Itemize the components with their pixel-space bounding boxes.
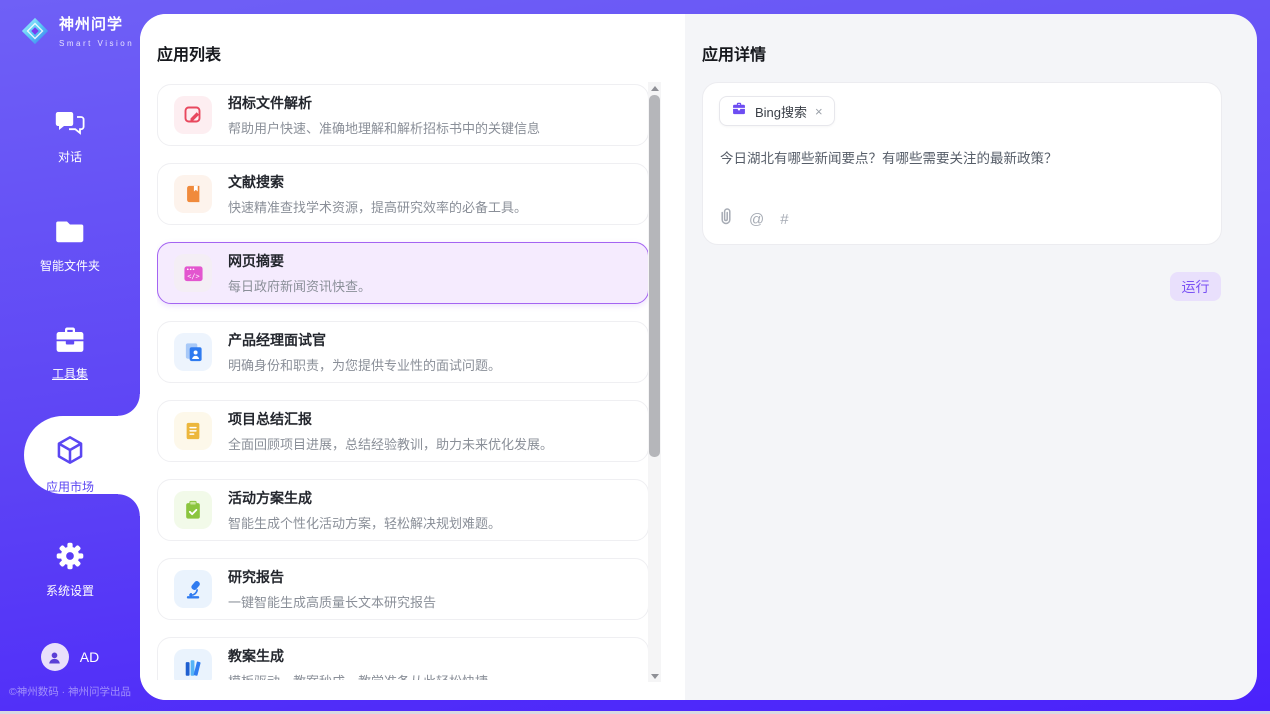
app-card-title: 项目总结汇报: [228, 409, 553, 429]
document-icon: [174, 412, 212, 450]
app-list: 招标文件解析 帮助用户快速、准确地理解和解析招标书中的关键信息 文献搜索 快速精…: [157, 82, 649, 680]
main-content: 应用列表 招标文件解析 帮助用户快速、准确地理解和解析招标书中的关键信息: [140, 14, 1257, 700]
gem-logo-icon: [20, 16, 50, 51]
copyright-footer: ©神州数码 · 神州问学出品: [0, 684, 140, 699]
chat-icon: [55, 123, 85, 140]
svg-text:</>: </>: [187, 272, 199, 280]
app-card-desc: 全面回顾项目进展，总结经验教训，助力未来优化发展。: [228, 434, 553, 453]
at-icon[interactable]: @: [749, 211, 764, 228]
app-card-pm-interviewer[interactable]: 产品经理面试官 明确身份和职责，为您提供专业性的面试问题。: [157, 321, 649, 383]
app-detail-title: 应用详情: [702, 41, 766, 65]
user-account[interactable]: AD: [0, 643, 140, 671]
app-card-desc: 明确身份和职责，为您提供专业性的面试问题。: [228, 355, 501, 374]
sidebar-item-smart-folder[interactable]: 智能文件夹: [0, 219, 140, 274]
app-card-desc: 模板驱动，教案秒成，教学准备从此轻松快捷: [228, 671, 488, 680]
sidebar-item-chat[interactable]: 对话: [0, 110, 140, 165]
scroll-down-arrow-icon[interactable]: [648, 670, 661, 682]
book-icon: [174, 175, 212, 213]
sidebar-item-label: 工具集: [0, 365, 140, 382]
query-text[interactable]: 今日湖北有哪些新闻要点？有哪些需要关注的最新政策？: [720, 147, 1058, 167]
logo-subtitle: Smart Vision: [59, 39, 134, 48]
sidebar-item-toolset[interactable]: 工具集: [0, 326, 140, 382]
sidebar-item-label: 对话: [0, 148, 140, 165]
folder-icon: [55, 232, 85, 249]
sidebar-item-settings[interactable]: 系统设置: [0, 542, 140, 599]
app-card-research-report[interactable]: 研究报告 一键智能生成高质量长文本研究报告: [157, 558, 649, 620]
app-detail-panel: 应用详情 Bing搜索 × 今日湖北有哪些新闻要点？有哪些需要关注的最新政策？: [685, 14, 1257, 700]
close-icon[interactable]: ×: [815, 105, 823, 118]
app-card-desc: 每日政府新闻资讯快查。: [228, 276, 371, 295]
toolbox-icon: [55, 340, 85, 357]
run-button[interactable]: 运行: [1170, 272, 1221, 301]
app-card-desc: 一键智能生成高质量长文本研究报告: [228, 592, 436, 611]
app-card-title: 活动方案生成: [228, 488, 501, 508]
app-card-literature-search[interactable]: 文献搜索 快速精准查找学术资源，提高研究效率的必备工具。: [157, 163, 649, 225]
app-card-lesson-plan-generation[interactable]: 教案生成 模板驱动，教案秒成，教学准备从此轻松快捷: [157, 637, 649, 680]
resume-icon: [174, 333, 212, 371]
gear-icon: [56, 557, 84, 574]
cube-icon: [54, 453, 86, 470]
books-icon: [174, 649, 212, 680]
browser-code-icon: </>: [174, 254, 212, 292]
app-card-title: 研究报告: [228, 567, 436, 587]
app-logo: 神州问学 Smart Vision: [20, 16, 134, 51]
app-card-title: 招标文件解析: [228, 93, 540, 113]
app-list-scrollbar[interactable]: [648, 82, 661, 682]
app-card-title: 网页摘要: [228, 251, 371, 271]
sidebar-item-label: 智能文件夹: [0, 257, 140, 274]
app-card-bid-document-parsing[interactable]: 招标文件解析 帮助用户快速、准确地理解和解析招标书中的关键信息: [157, 84, 649, 146]
app-card-desc: 智能生成个性化活动方案，轻松解决规划难题。: [228, 513, 501, 532]
clipboard-check-icon: [174, 491, 212, 529]
sidebar-item-label: 系统设置: [0, 582, 140, 599]
scrollbar-thumb[interactable]: [649, 95, 660, 457]
app-list-panel: 应用列表 招标文件解析 帮助用户快速、准确地理解和解析招标书中的关键信息: [140, 14, 685, 700]
app-list-title: 应用列表: [157, 41, 221, 65]
microscope-icon: [174, 570, 212, 608]
tool-chip-bing-search[interactable]: Bing搜索 ×: [719, 96, 835, 126]
app-card-title: 产品经理面试官: [228, 330, 501, 350]
briefcase-icon: [731, 101, 747, 121]
input-toolbar: @ #: [719, 208, 789, 230]
app-card-desc: 快速精准查找学术资源，提高研究效率的必备工具。: [228, 197, 527, 216]
prompt-input-card[interactable]: Bing搜索 × 今日湖北有哪些新闻要点？有哪些需要关注的最新政策？ @ #: [702, 82, 1222, 245]
tool-chip-label: Bing搜索: [755, 102, 807, 121]
app-window: 神州问学 Smart Vision 对话 智能文件夹: [0, 0, 1270, 711]
logo-title: 神州问学: [59, 16, 134, 33]
sidebar-item-app-market[interactable]: 应用市场: [0, 434, 140, 495]
user-avatar-icon: [41, 643, 69, 671]
pen-square-icon: [174, 96, 212, 134]
app-card-webpage-summary[interactable]: </> 网页摘要 每日政府新闻资讯快查。: [157, 242, 649, 304]
paperclip-icon[interactable]: [719, 208, 733, 230]
app-card-project-summary[interactable]: 项目总结汇报 全面回顾项目进展，总结经验教训，助力未来优化发展。: [157, 400, 649, 462]
scroll-up-arrow-icon[interactable]: [648, 82, 661, 94]
sidebar-item-label: 应用市场: [0, 478, 140, 495]
sidebar: 神州问学 Smart Vision 对话 智能文件夹: [0, 0, 140, 711]
app-card-title: 教案生成: [228, 646, 488, 666]
hash-icon[interactable]: #: [780, 211, 788, 228]
user-name: AD: [80, 649, 99, 665]
app-card-event-plan-generation[interactable]: 活动方案生成 智能生成个性化活动方案，轻松解决规划难题。: [157, 479, 649, 541]
app-card-title: 文献搜索: [228, 172, 527, 192]
app-card-desc: 帮助用户快速、准确地理解和解析招标书中的关键信息: [228, 118, 540, 137]
